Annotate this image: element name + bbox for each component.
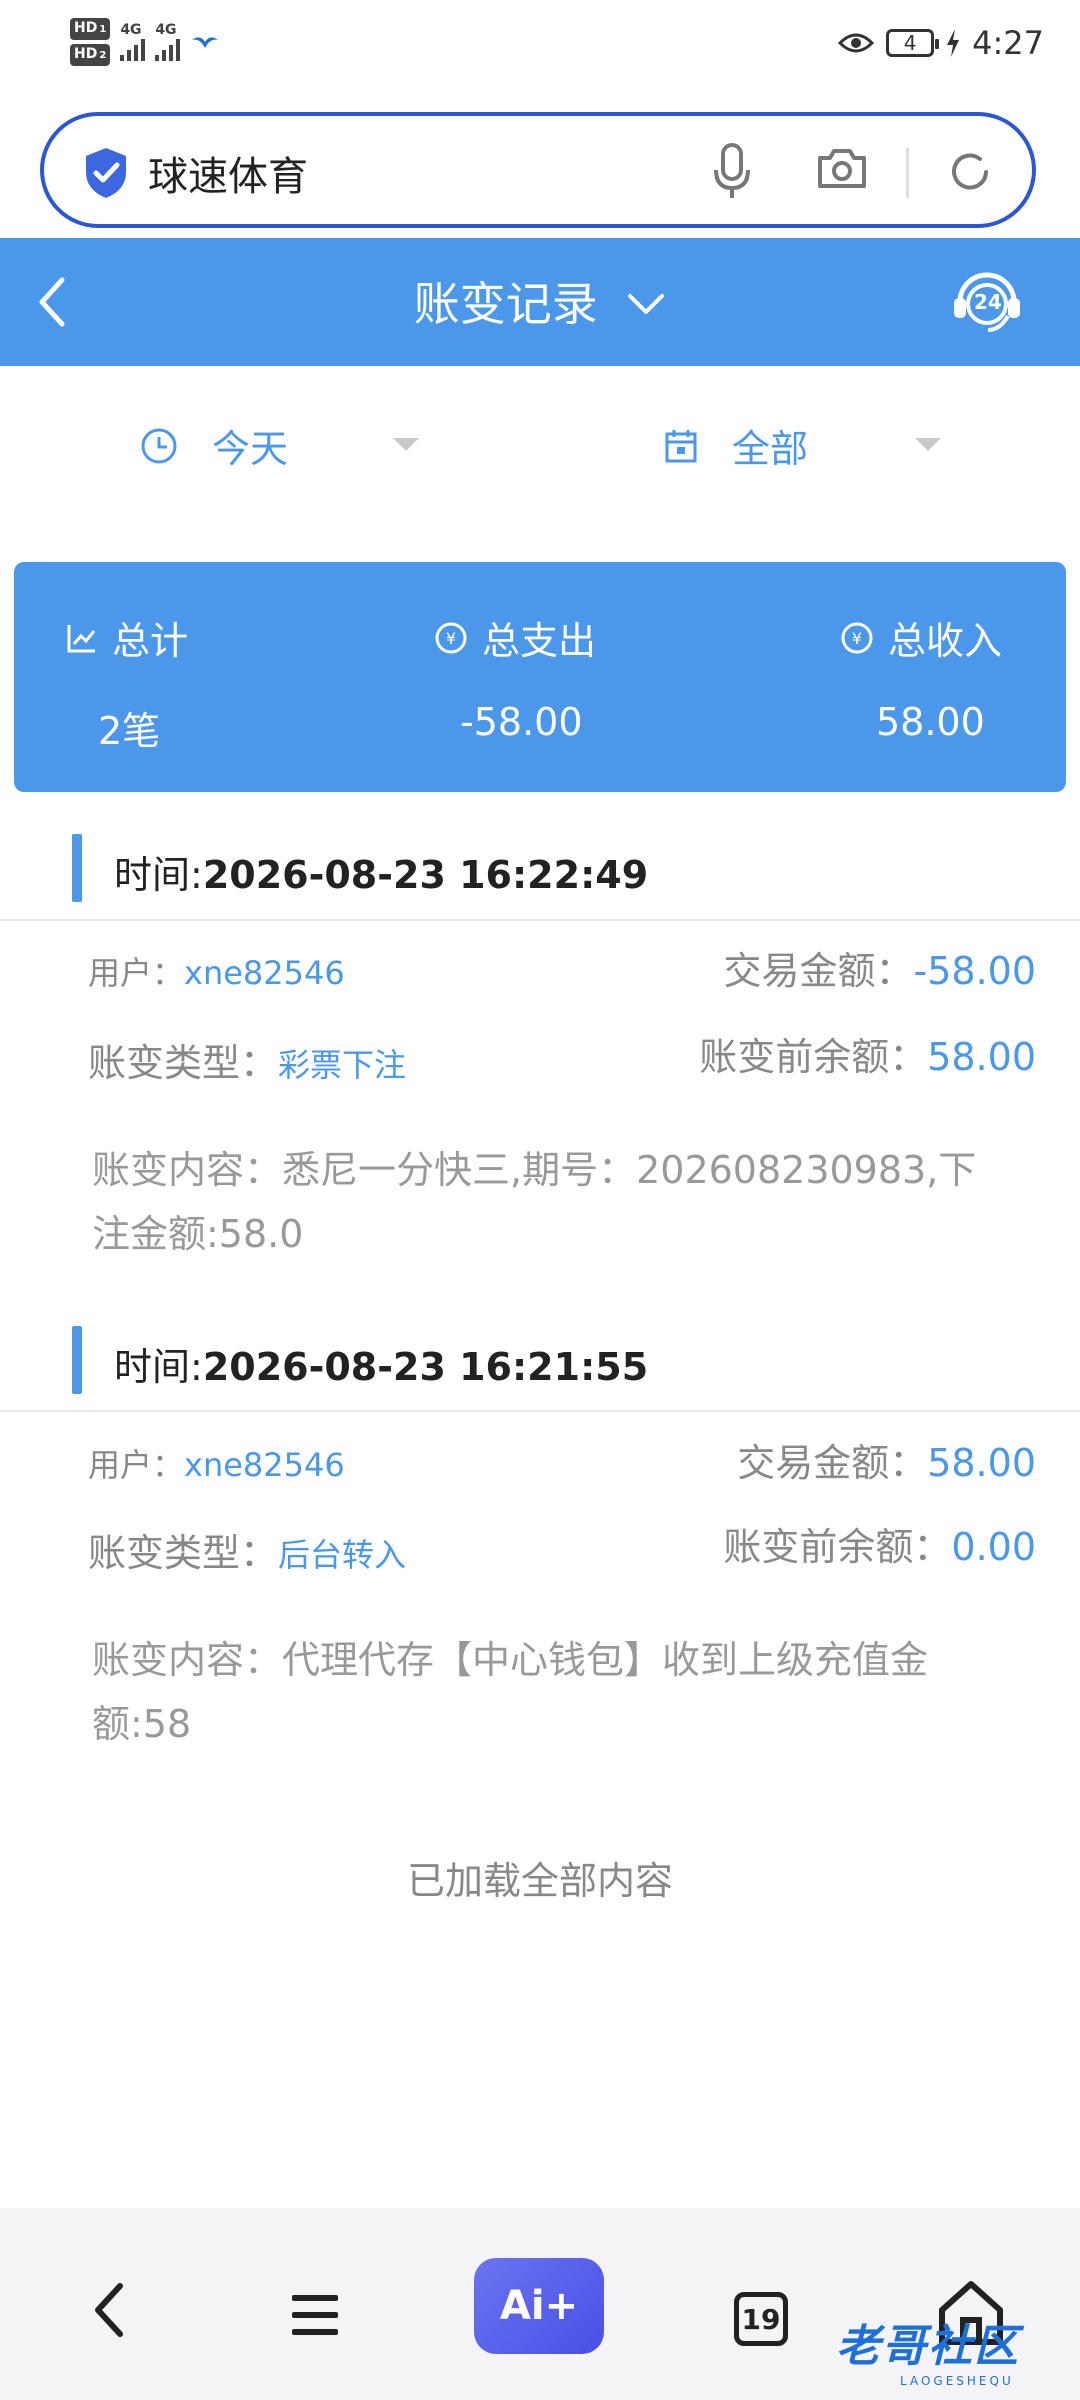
microphone-icon[interactable]	[712, 142, 752, 202]
record-accent-bar	[72, 1326, 82, 1394]
record-amount: 交易金额：-58.00	[723, 949, 1036, 993]
yen-circle-icon: ¥	[435, 622, 467, 653]
browser-bottom-nav: Ai+ 19 老哥社区 LAOGESHEQU	[0, 2208, 1080, 2400]
svg-text:¥: ¥	[852, 629, 862, 648]
record-user: 用户：xne82546	[88, 1446, 345, 1484]
record-user: 用户：xne82546	[88, 954, 345, 992]
summary-total-value: 2笔	[98, 709, 161, 753]
clock: 4:27	[972, 24, 1044, 62]
nav-back-icon[interactable]	[88, 2280, 128, 2340]
battery-icon: 4	[886, 29, 940, 57]
date-filter-label[interactable]: 今天	[212, 418, 288, 473]
svg-text:¥: ¥	[446, 629, 456, 648]
watermark-logo-sub: LAOGESHEQU	[900, 2374, 1014, 2388]
watermark-logo: 老哥社区	[836, 2321, 1020, 2372]
menu-icon[interactable]	[290, 2292, 340, 2338]
record-content: 账变内容：代理代存【中心钱包】收到上级充值金额:58	[92, 1638, 929, 1746]
eye-icon	[838, 33, 875, 53]
record-time: 时间:2026-08-23 16:22:49	[114, 853, 649, 897]
summary-income-value: 58.00	[876, 700, 985, 744]
record-divider	[0, 1410, 1080, 1412]
record-type: 账变类型：后台转入	[88, 1531, 407, 1575]
page-title[interactable]: 账变记录	[0, 268, 1080, 334]
ai-assistant-button[interactable]: Ai+	[474, 2258, 604, 2354]
date-filter[interactable]: 今天	[140, 418, 288, 473]
reload-icon[interactable]	[946, 148, 994, 196]
support-badge: 24	[974, 290, 1002, 314]
record-time: 时间:2026-08-23 16:21:55	[114, 1345, 649, 1389]
summary-total-header: 总计	[66, 610, 188, 665]
hd1-badge: HD 1	[70, 18, 111, 40]
clock-icon	[141, 428, 177, 463]
summary-expense-value: -58.00	[460, 700, 583, 744]
hd2-badge: HD 2	[70, 44, 111, 66]
tabs-button[interactable]: 19	[734, 2292, 788, 2346]
search-query[interactable]: 球速体育	[148, 144, 308, 202]
bird-icon	[192, 37, 219, 48]
status-right: 4 4:27	[838, 24, 1044, 62]
end-of-list-text: 已加载全部内容	[406, 1859, 673, 1903]
signal-2: 4G	[155, 23, 181, 61]
record-accent-bar	[72, 834, 82, 902]
record-balance-before: 账变前余额：0.00	[723, 1525, 1036, 1569]
summary-card: 总计 ¥ 总支出 ¥ 总收入 2笔 -58.00 58.00	[14, 562, 1066, 792]
summary-expense-header: ¥ 总支出	[434, 610, 596, 665]
browser-search-bar[interactable]: 球速体育	[40, 112, 1036, 228]
record-divider	[0, 919, 1080, 921]
status-left: HD 1 HD 2 4G 4G	[70, 18, 220, 66]
record-amount: 交易金额：58.00	[737, 1441, 1036, 1485]
type-filter-label[interactable]: 全部	[732, 418, 808, 473]
camera-icon[interactable]	[816, 146, 868, 190]
page-header: 账变记录 24	[0, 238, 1080, 366]
record-content: 账变内容：悉尼一分快三,期号：202608230983,下注金额:58.0	[92, 1148, 977, 1256]
calendar-icon	[665, 429, 697, 462]
signal-bars-1-icon	[120, 37, 146, 61]
hd-indicators: HD 1 HD 2	[70, 18, 111, 66]
chevron-down-icon[interactable]	[626, 292, 666, 316]
date-dropdown-caret-icon[interactable]	[393, 438, 419, 451]
signal-bars-2-icon	[155, 37, 181, 61]
record-balance-before: 账变前余额：58.00	[699, 1035, 1036, 1079]
chart-line-icon	[67, 624, 96, 652]
status-bar: HD 1 HD 2 4G 4G 4 4:27	[0, 0, 1080, 96]
shield-check-icon	[86, 148, 126, 198]
yen-circle-icon: ¥	[841, 622, 873, 653]
record-type: 账变类型：彩票下注	[88, 1041, 407, 1085]
search-separator	[906, 148, 909, 198]
type-dropdown-caret-icon[interactable]	[915, 438, 941, 451]
customer-service-button[interactable]: 24	[950, 266, 1024, 340]
signal-1: 4G	[120, 23, 146, 61]
charging-icon	[947, 29, 960, 57]
type-filter[interactable]: 全部	[664, 418, 808, 473]
summary-income-header: ¥ 总收入	[840, 610, 1002, 665]
